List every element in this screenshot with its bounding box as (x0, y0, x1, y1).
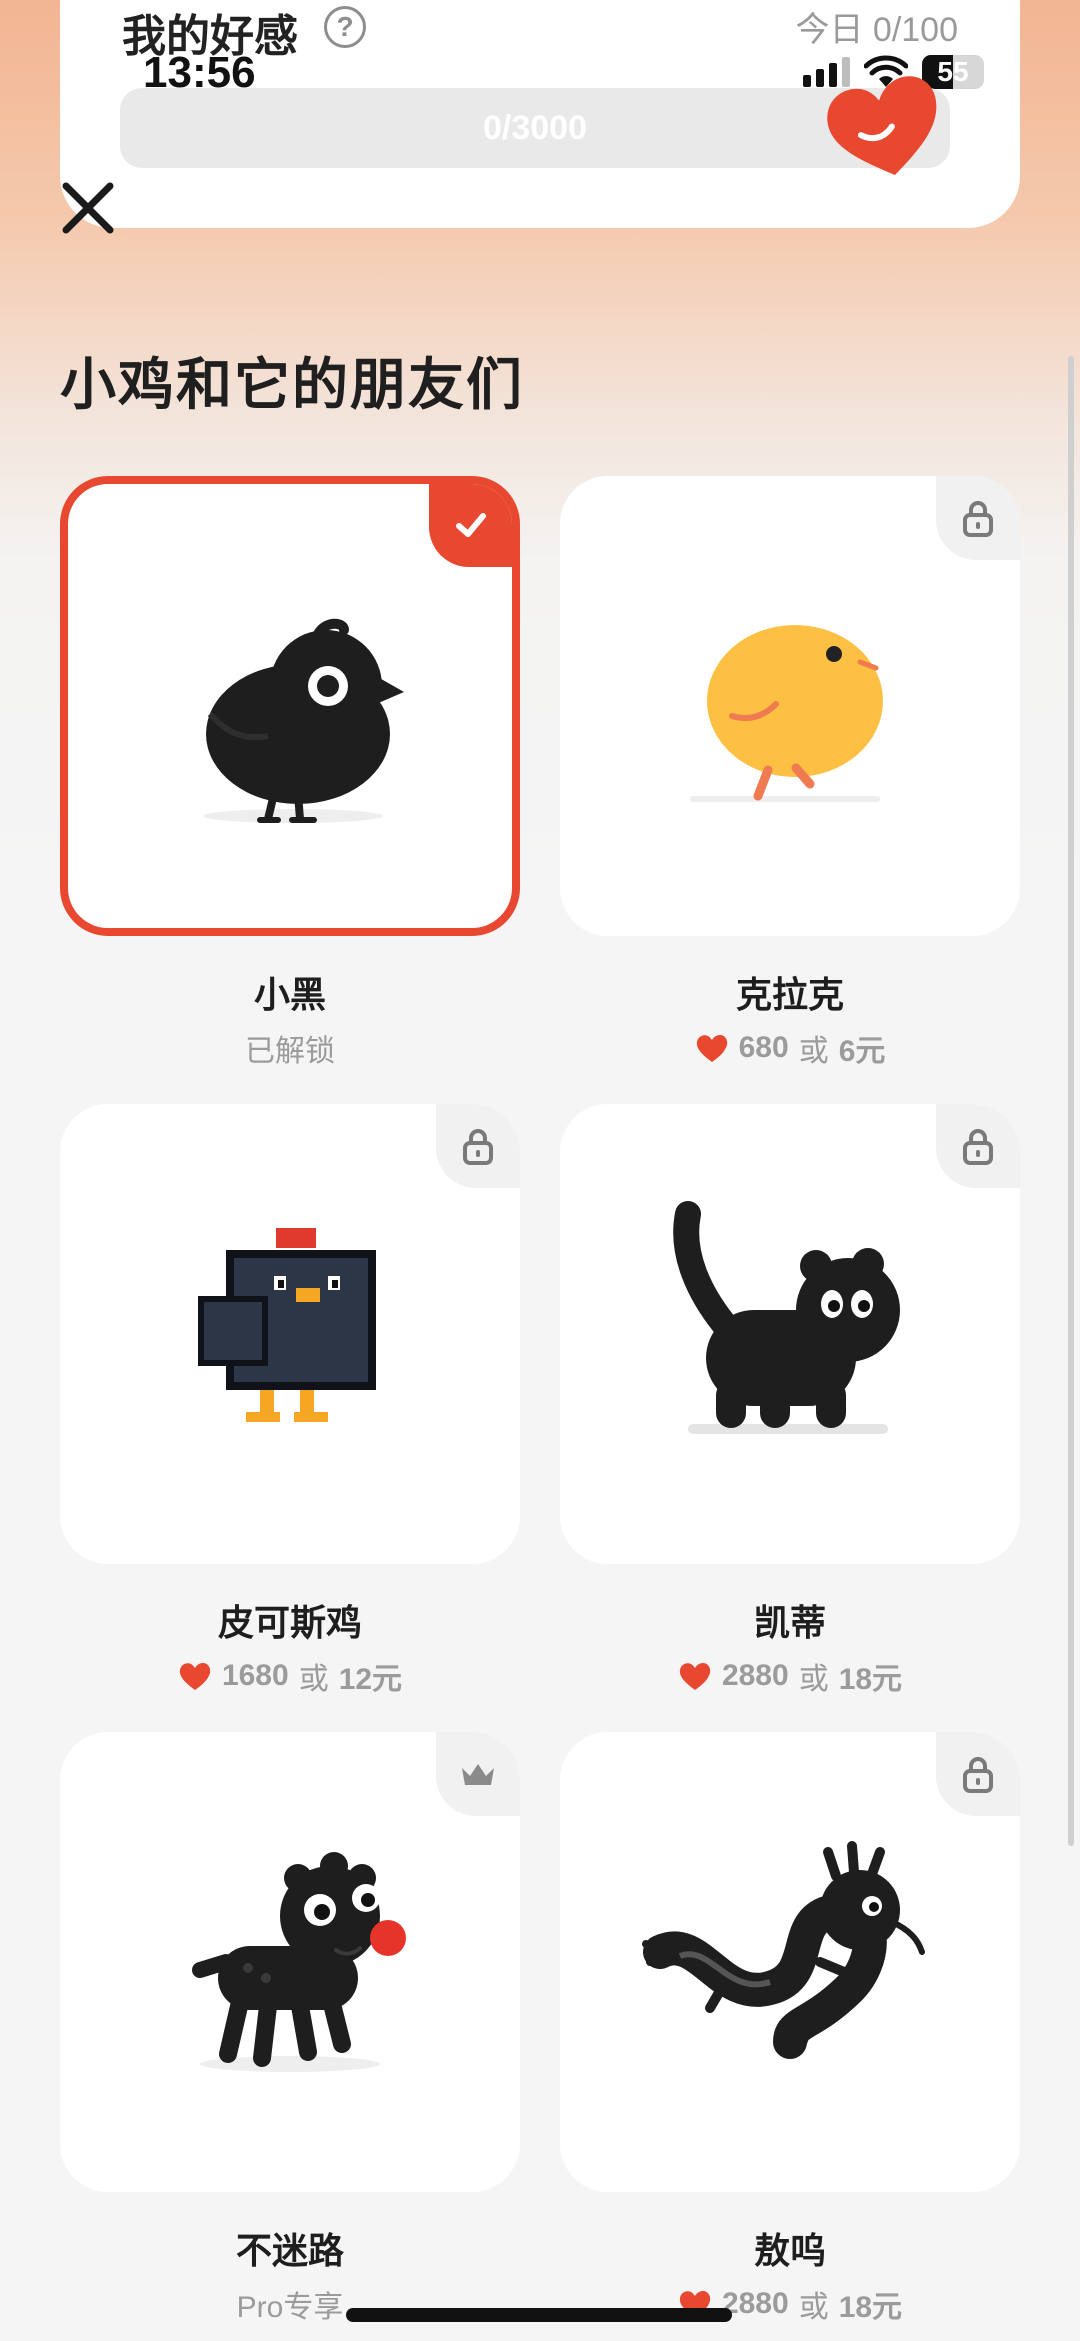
heart-icon (696, 1035, 727, 1062)
price-money: 18元 (838, 2291, 903, 2324)
unlock-status-text: 已解锁 (245, 1035, 335, 1068)
price-money: 6元 (838, 1035, 886, 1068)
scrollbar[interactable] (1068, 356, 1074, 1846)
close-button[interactable] (56, 176, 120, 240)
character-name: 克拉克 (735, 974, 844, 1015)
character-card-aowu[interactable] (560, 1732, 1020, 2192)
pro-status-text: Pro专享 (236, 2291, 344, 2324)
price-hearts: 680 (738, 1031, 789, 1064)
price-or: 或 (298, 1663, 329, 1696)
character-card-bumilu[interactable] (60, 1732, 520, 2192)
character-name: 不迷路 (235, 2230, 344, 2271)
character-name: 敖呜 (753, 2230, 826, 2271)
price-or: 或 (798, 1663, 829, 1696)
lock-icon (963, 1129, 993, 1165)
character-card-kelake[interactable] (560, 476, 1020, 936)
lock-badge (936, 1104, 1020, 1188)
heart-icon (179, 1663, 211, 1690)
character-price: 1680 或 12元 (60, 1654, 520, 1698)
black-dragon-illustration (642, 1841, 925, 2059)
price-hearts: 1680 (221, 1659, 289, 1692)
heart-icon (827, 76, 937, 175)
character-price: 2880 或 18元 (560, 1654, 1020, 1698)
lock-icon (963, 1757, 993, 1793)
lock-badge (936, 1732, 1020, 1816)
section-title: 小鸡和它的朋友们 (60, 353, 524, 416)
help-icon[interactable]: ? (324, 6, 366, 48)
check-icon (456, 513, 486, 537)
lock-icon (463, 1129, 493, 1165)
character-name: 皮可斯鸡 (217, 1602, 362, 1643)
character-card-pixel-chicken[interactable] (60, 1104, 520, 1564)
crown-icon (462, 1764, 494, 1785)
lock-badge (436, 1104, 520, 1188)
character-name: 凯蒂 (753, 1602, 826, 1643)
character-card-kaidi[interactable] (560, 1104, 1020, 1564)
today-count: 今日 0/100 (795, 11, 958, 49)
home-indicator[interactable] (346, 2308, 732, 2322)
price-or: 或 (798, 1035, 829, 1068)
black-deer-illustration (192, 1852, 406, 2072)
pixel-chicken-illustration (198, 1228, 376, 1422)
price-or: 或 (798, 2291, 829, 2324)
unlock-status: 已解锁 (60, 1026, 520, 1070)
price-money: 12元 (338, 1663, 403, 1696)
price-hearts: 2880 (721, 1659, 789, 1692)
lock-badge (936, 476, 1020, 560)
black-cat-illustration (673, 1201, 900, 1434)
heart-icon (679, 1663, 711, 1690)
character-name: 小黑 (253, 974, 326, 1015)
selected-badge (429, 484, 512, 567)
lock-icon (963, 501, 993, 537)
black-chick-illustration (203, 618, 404, 823)
price-money: 18元 (838, 1663, 903, 1696)
character-card-xiaohei[interactable] (60, 476, 520, 936)
pro-badge (436, 1732, 520, 1816)
character-price: 680 或 6元 (560, 1026, 1020, 1070)
yellow-chick-illustration (690, 625, 883, 802)
